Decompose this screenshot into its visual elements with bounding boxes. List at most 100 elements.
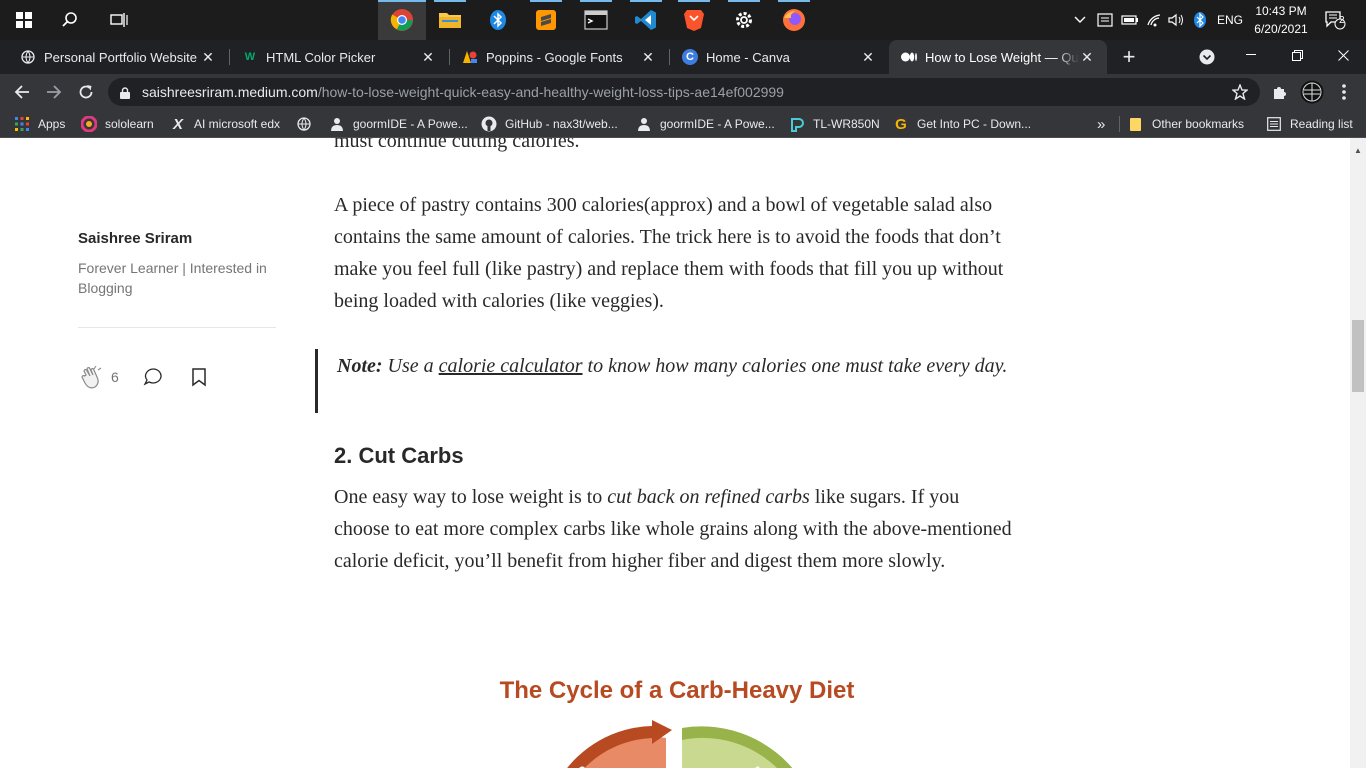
tab-personal-portfolio[interactable]: Personal Portfolio Website ✕ <box>8 40 228 74</box>
notifications-icon[interactable]: 2 <box>1320 0 1350 40</box>
cycle-label-1: 1 <box>754 763 762 768</box>
reading-list-icon <box>1266 116 1282 132</box>
browser-toolbar: saishreesriram.medium.com/how-to-lose-we… <box>0 74 1366 110</box>
vscode-icon[interactable] <box>622 0 670 40</box>
scroll-up-arrow-icon[interactable]: ▲ <box>1350 146 1366 155</box>
clock-date: 6/20/2021 <box>1254 22 1308 36</box>
task-view-icon[interactable] <box>97 0 141 40</box>
file-explorer-icon[interactable] <box>426 0 474 40</box>
bookmark-label: goormIDE - A Powe... <box>353 117 468 131</box>
tab-html-color-picker[interactable]: W HTML Color Picker ✕ <box>230 40 448 74</box>
page-scrollbar[interactable]: ▲ <box>1350 138 1366 768</box>
bookmark-ai-microsoft-edx[interactable]: X AI microsoft edx <box>170 110 280 138</box>
tab-label: Poppins - Google Fonts <box>486 49 623 65</box>
close-tab-icon[interactable]: ✕ <box>1079 49 1095 66</box>
bluetooth-tray-icon[interactable] <box>1190 0 1210 40</box>
terminal-icon[interactable] <box>572 0 620 40</box>
clock[interactable]: 10:43 PM 6/20/2021 <box>1246 2 1316 38</box>
bookmark-label: Get Into PC - Down... <box>917 117 1032 131</box>
carb-cycle-diagram: 6 1 <box>567 720 793 768</box>
bookmark-label: AI microsoft edx <box>194 117 281 131</box>
firefox-icon[interactable] <box>770 0 818 40</box>
section-heading: 2. Cut Carbs <box>334 443 464 468</box>
close-tab-icon[interactable]: ✕ <box>640 49 656 66</box>
globe-icon <box>20 49 36 65</box>
user-icon <box>329 116 345 132</box>
windows-taskbar: ENG 10:43 PM 6/20/2021 2 <box>0 0 1366 40</box>
github-icon <box>481 116 497 132</box>
bookmark-star-icon[interactable] <box>1226 78 1254 106</box>
close-tab-icon[interactable]: ✕ <box>860 49 876 66</box>
volume-icon[interactable] <box>1166 0 1186 40</box>
tab-label: Personal Portfolio Website <box>44 49 197 65</box>
tab-canva[interactable]: C Home - Canva ✕ <box>670 40 888 74</box>
chrome-icon[interactable] <box>378 0 426 40</box>
tab-label: Home - Canva <box>706 49 790 65</box>
folder-icon <box>1128 116 1144 132</box>
language-indicator[interactable]: ENG <box>1214 0 1246 40</box>
brave-icon[interactable] <box>670 0 718 40</box>
bookmark-apps[interactable]: Apps <box>14 110 65 138</box>
author-name[interactable]: Saishree Sriram <box>78 230 192 247</box>
bookmarks-bar: Apps sololearn X AI microsoft edx goormI… <box>0 110 1366 138</box>
close-window-button[interactable] <box>1320 40 1366 70</box>
forward-button[interactable] <box>40 78 68 106</box>
bookmark-goormide-1[interactable]: goormIDE - A Powe... <box>329 110 468 138</box>
bookmark-get-into-pc[interactable]: G Get Into PC - Down... <box>893 110 1031 138</box>
minimize-button[interactable] <box>1228 40 1274 70</box>
wifi-icon[interactable] <box>1145 0 1165 40</box>
extensions-icon[interactable] <box>1266 78 1294 106</box>
bookmark-label: goormIDE - A Powe... <box>660 117 775 131</box>
reload-button[interactable] <box>72 78 100 106</box>
bookmark-save-icon[interactable] <box>189 366 209 388</box>
apps-grid-icon <box>14 116 30 132</box>
article-paragraph: A piece of pastry contains 300 calories(… <box>334 194 1004 312</box>
address-bar[interactable]: saishreesriram.medium.com/how-to-lose-we… <box>108 78 1260 106</box>
windows-start-icon[interactable] <box>2 0 46 40</box>
bookmarks-divider <box>1119 116 1120 132</box>
back-button[interactable] <box>8 78 36 106</box>
notification-count: 2 <box>1339 15 1345 26</box>
new-tab-button[interactable]: + <box>1112 40 1146 74</box>
tab-medium-article[interactable]: How to Lose Weight — Quick, Easy and Hea… <box>889 40 1107 74</box>
settings-icon[interactable] <box>720 0 768 40</box>
bookmarks-overflow-button[interactable]: » <box>1097 110 1105 138</box>
tray-chevron-icon[interactable] <box>1070 0 1090 40</box>
clap-icon[interactable] <box>80 365 106 389</box>
sublime-text-icon[interactable] <box>522 0 570 40</box>
tab-search-button[interactable] <box>1192 40 1222 74</box>
search-icon[interactable] <box>48 0 92 40</box>
get-into-pc-icon: G <box>895 115 907 133</box>
tray-app-icon[interactable] <box>1096 0 1114 40</box>
scrollbar-thumb[interactable] <box>1352 320 1364 392</box>
comment-bubble-icon[interactable] <box>143 366 165 388</box>
bookmark-sololearn[interactable]: sololearn <box>81 110 154 138</box>
chrome-menu-icon[interactable] <box>1330 78 1358 106</box>
tab-search-icon <box>1199 49 1215 65</box>
close-tab-icon[interactable]: ✕ <box>420 49 436 66</box>
google-fonts-icon <box>462 49 478 65</box>
url-path: /how-to-lose-weight-quick-easy-and-healt… <box>317 84 784 100</box>
tab-label: HTML Color Picker <box>266 49 376 65</box>
battery-icon[interactable] <box>1120 0 1140 40</box>
url-host: saishreesriram.medium.com <box>142 84 318 100</box>
canva-icon: C <box>682 49 698 65</box>
profile-avatar[interactable] <box>1298 78 1326 106</box>
edx-icon: X <box>172 115 183 133</box>
bookmark-goormide-2[interactable]: goormIDE - A Powe... <box>636 110 775 138</box>
bluetooth-app-icon[interactable] <box>474 0 522 40</box>
lock-icon[interactable] <box>120 86 130 99</box>
medium-icon <box>901 49 917 65</box>
close-tab-icon[interactable]: ✕ <box>200 49 216 66</box>
bookmark-other[interactable]: Other bookmarks <box>1128 110 1244 138</box>
bookmark-github[interactable]: GitHub - nax3t/web... <box>481 110 618 138</box>
bookmark-label: sololearn <box>105 117 154 131</box>
reading-list-button[interactable]: Reading list <box>1266 110 1353 138</box>
calorie-calculator-link[interactable]: calorie calculator <box>439 355 583 377</box>
back-arrow-icon <box>14 85 29 99</box>
bookmark-globe[interactable] <box>296 110 320 138</box>
restore-button[interactable] <box>1274 40 1320 70</box>
tab-google-fonts[interactable]: Poppins - Google Fonts ✕ <box>450 40 668 74</box>
bookmark-tl-wr850n[interactable]: TL-WR850N <box>789 110 880 138</box>
clap-count: 6 <box>111 369 119 385</box>
